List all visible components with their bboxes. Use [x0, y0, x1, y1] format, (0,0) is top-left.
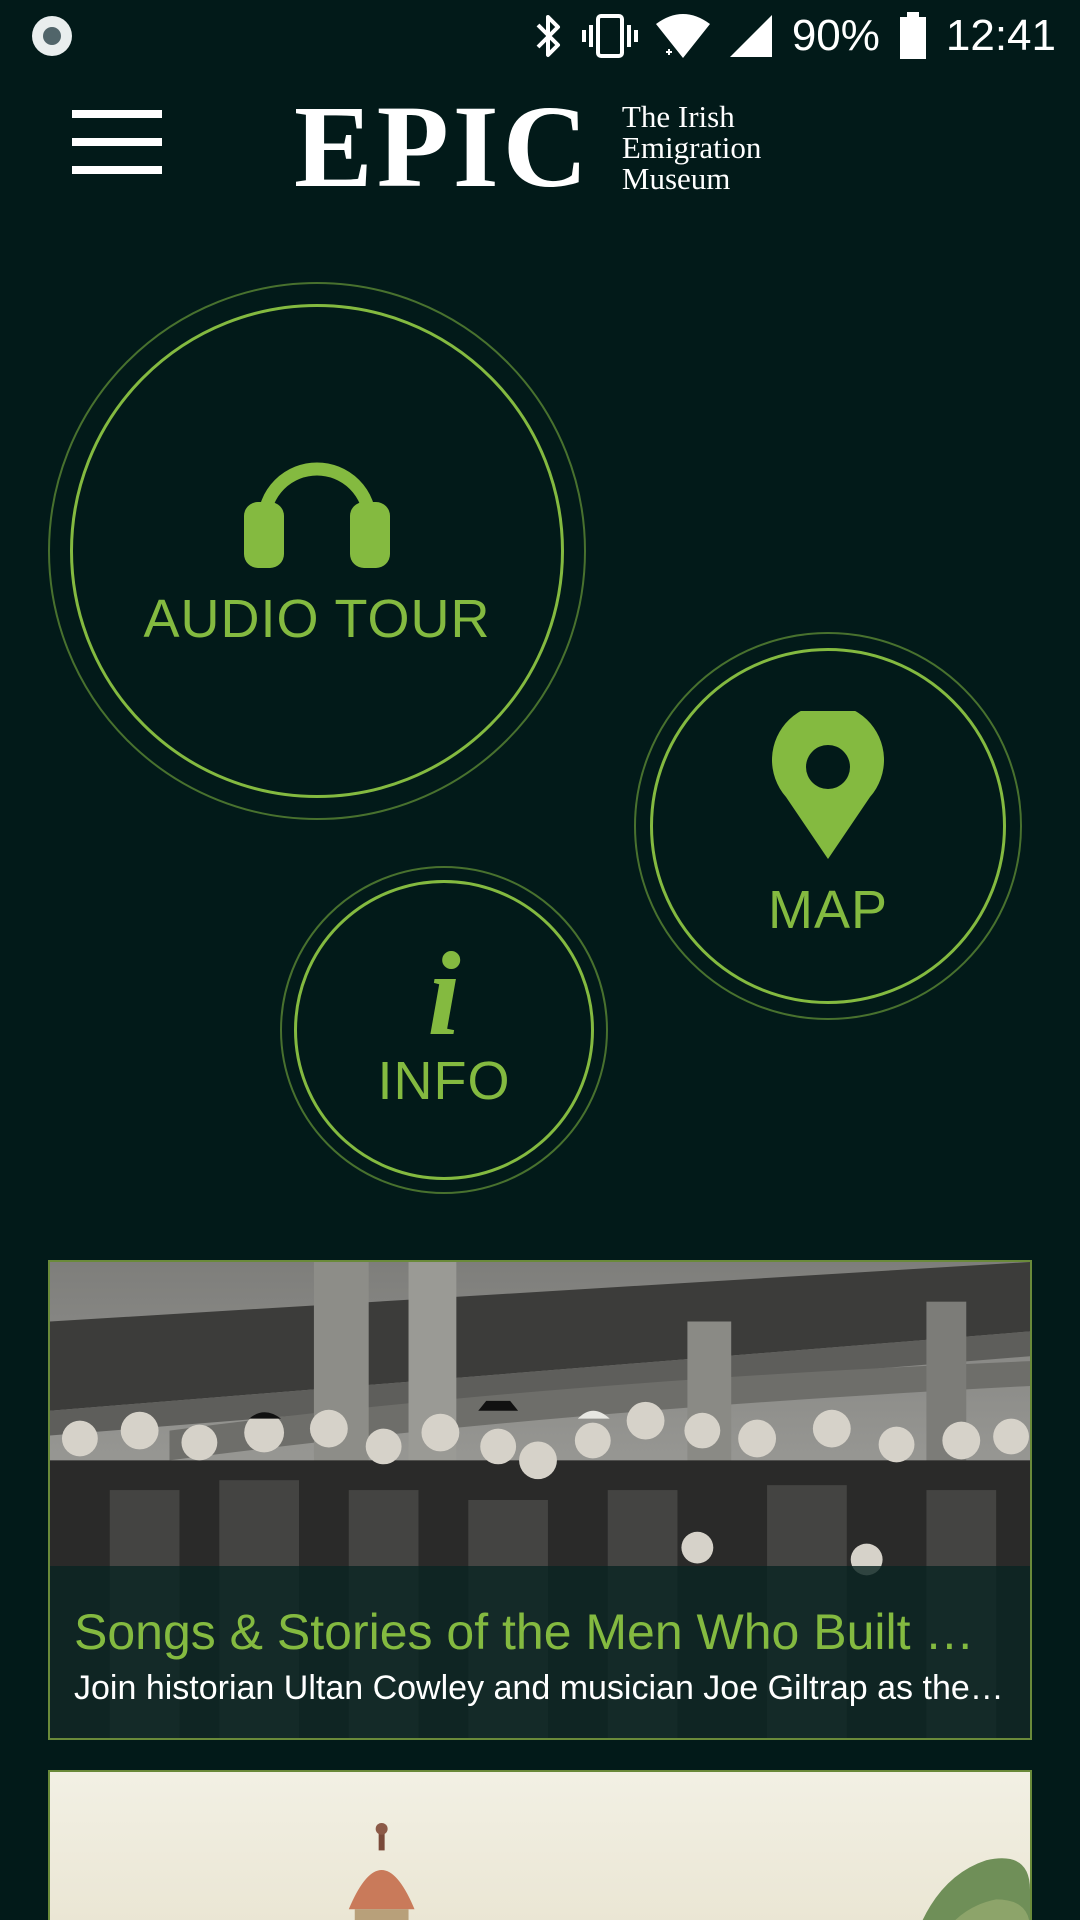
audio-tour-button[interactable]: AUDIO TOUR [48, 282, 586, 820]
menu-line [72, 138, 162, 146]
status-bar: 90% 12:41 [0, 0, 1080, 72]
wifi-icon [655, 14, 710, 58]
map-ring: MAP [650, 648, 1006, 1004]
cellular-signal-icon [729, 15, 772, 57]
bluetooth-icon [536, 15, 560, 57]
logo-wordmark: EPIC [294, 81, 592, 212]
card-photo [50, 1772, 1030, 1920]
status-icons: 90% 12:41 [534, 8, 1056, 64]
battery-percent: 90% [791, 11, 880, 60]
logo-subtitle: The Irish Emigration Museum [622, 101, 761, 194]
logo-subtitle-line: The Irish [621, 98, 735, 134]
card-caption: Songs & Stories of the Men Who Built Bri… [50, 1566, 1030, 1738]
battery-icon [899, 12, 926, 59]
clock: 12:41 [945, 11, 1056, 60]
audio-tour-label: AUDIO TOUR [143, 589, 491, 649]
vibrate-icon [581, 14, 638, 58]
info-ring: i INFO [294, 880, 594, 1180]
info-label: INFO [377, 1051, 511, 1111]
map-button[interactable]: MAP [634, 632, 1022, 1020]
hamburger-menu-icon[interactable] [72, 110, 162, 174]
info-button[interactable]: i INFO [280, 866, 608, 1194]
audio-tour-ring: AUDIO TOUR [70, 304, 564, 798]
headphones-icon [244, 462, 390, 568]
event-card[interactable] [48, 1770, 1032, 1920]
menu-line [72, 166, 162, 174]
info-icon: i [427, 927, 461, 1060]
event-card[interactable]: Songs & Stories of the Men Who Built Bri… [48, 1260, 1032, 1740]
notification-dot-icon [32, 16, 72, 56]
logo-subtitle-line: Museum [621, 160, 731, 196]
map-label: MAP [767, 880, 889, 940]
home-screen: 90% 12:41 EPIC The Irish Emigration Muse… [0, 0, 1080, 1920]
card-title: Songs & Stories of the Men Who Built Bri… [74, 1604, 1006, 1660]
menu-line [72, 110, 162, 118]
logo-subtitle-line: Emigration [621, 129, 762, 165]
card-description: Join historian Ultan Cowley and musician… [74, 1669, 1006, 1707]
map-pin-icon [772, 711, 884, 859]
epic-logo: EPIC The Irish Emigration Museum [294, 88, 761, 206]
